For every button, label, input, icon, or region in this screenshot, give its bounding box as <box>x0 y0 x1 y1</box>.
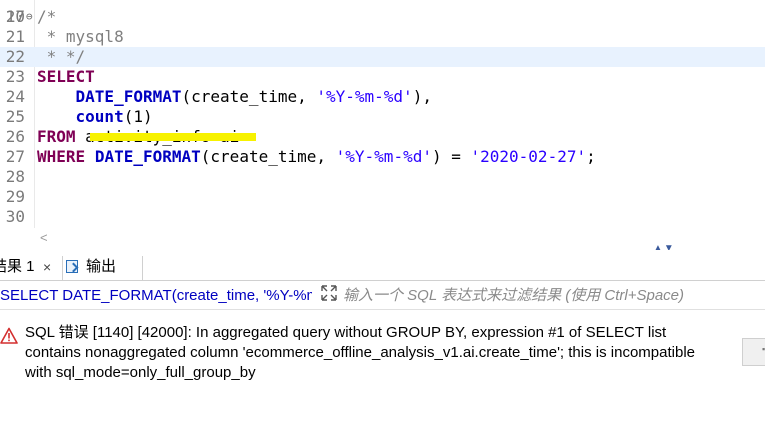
tab-output[interactable]: 输出 <box>66 256 143 280</box>
tab-label: 输出 <box>86 258 117 275</box>
sql-token: (create_time, <box>181 87 317 106</box>
editor-line[interactable]: 21 * mysql8 <box>0 27 765 47</box>
line-number: 21 <box>5 27 25 46</box>
redaction-highlight <box>90 133 256 141</box>
code-text: DATE_FORMAT(create_time, '%Y-%m-%d'), <box>37 87 432 107</box>
sql-editor[interactable]: 17 20 ⊖/* 21 * mysql8 22 * */23 SELECT 24 DAT… <box>0 0 765 228</box>
fold-toggle-icon[interactable]: ⊖ <box>26 7 35 27</box>
sql-cmt-token: /* <box>37 7 57 26</box>
code-text: /* <box>37 7 56 27</box>
line-number: 24 <box>5 87 25 106</box>
sql-fn-token: DATE_FORMAT <box>94 147 201 166</box>
details-button[interactable]: ▪ <box>742 338 765 366</box>
code-text: * */ <box>37 47 86 67</box>
active-query-text: SELECT DATE_FORMAT(create_time, '%Y-%m-%… <box>0 287 312 304</box>
line-number: 20 <box>5 7 25 26</box>
sql-cmt-token: * mysql8 <box>37 27 124 46</box>
filter-bar: SELECT DATE_FORMAT(create_time, '%Y-%m-%… <box>0 283 765 310</box>
code-text: WHERE DATE_FORMAT(create_time, '%Y-%m-%d… <box>37 147 596 167</box>
sql-token: ; <box>586 147 596 166</box>
tab-label: 结果 1 <box>0 258 35 275</box>
error-icon <box>0 327 18 344</box>
expand-icon[interactable] <box>320 284 338 302</box>
sql-kw-token: WHERE <box>37 147 86 166</box>
sql-cmt-token: * */ <box>37 47 86 66</box>
close-icon[interactable]: × <box>43 256 51 278</box>
editor-line[interactable]: 22 * */ <box>0 47 765 67</box>
line-number: 23 <box>5 67 25 86</box>
code-text: * mysql8 <box>37 27 124 47</box>
error-panel: SQL 错误 [1140] [42000]: In aggregated que… <box>0 310 765 441</box>
sql-str-token: '2020-02-27' <box>470 147 587 166</box>
editor-line[interactable]: 30 <box>0 207 765 227</box>
tab-results-1[interactable]: 结果 1 × <box>0 256 63 280</box>
editor-line[interactable]: 29 <box>0 187 765 207</box>
error-message: SQL 错误 [1140] [42000]: In aggregated que… <box>25 324 695 381</box>
editor-line[interactable]: 27 WHERE DATE_FORMAT(create_time, '%Y-%m-… <box>0 147 765 167</box>
line-number: 22 <box>5 47 25 66</box>
line-number: 25 <box>5 107 25 126</box>
chevron-left-icon[interactable]: < <box>40 230 48 245</box>
code-text: count(1) <box>37 107 153 127</box>
line-number: 29 <box>5 187 25 206</box>
sql-token: ) = <box>431 147 471 166</box>
sql-fn-token: DATE_FORMAT <box>75 87 182 106</box>
sql-str-token: '%Y-%m-%d' <box>316 87 413 106</box>
sql-kw-token: SELECT <box>37 67 95 86</box>
code-text: SELECT <box>37 67 95 87</box>
filter-input[interactable] <box>343 285 753 305</box>
editor-line[interactable]: 25 count(1) <box>0 107 765 127</box>
results-tab-bar: 结果 1 × 输出 <box>0 250 765 281</box>
sql-kw-token: FROM <box>37 127 76 146</box>
editor-line[interactable]: 24 DATE_FORMAT(create_time, '%Y-%m-%d'), <box>0 87 765 107</box>
horizontal-scrollbar[interactable]: < <box>0 228 765 250</box>
line-number: 30 <box>5 207 25 226</box>
editor-line[interactable]: 23 SELECT <box>0 67 765 87</box>
line-number: 27 <box>5 147 25 166</box>
editor-line[interactable]: 20 ⊖/* <box>0 7 765 27</box>
line-number: 28 <box>5 167 25 186</box>
output-icon <box>66 260 78 273</box>
editor-line[interactable]: 28 <box>0 167 765 187</box>
sql-fn-token: count <box>75 107 124 126</box>
editor-line-partial: 17 <box>0 0 765 26</box>
sql-token: (create_time, <box>200 147 336 166</box>
sql-token: ), <box>412 87 432 106</box>
sql-token: (1) <box>123 107 153 126</box>
sql-str-token: '%Y-%m-%d' <box>335 147 432 166</box>
line-number: 26 <box>5 127 25 146</box>
